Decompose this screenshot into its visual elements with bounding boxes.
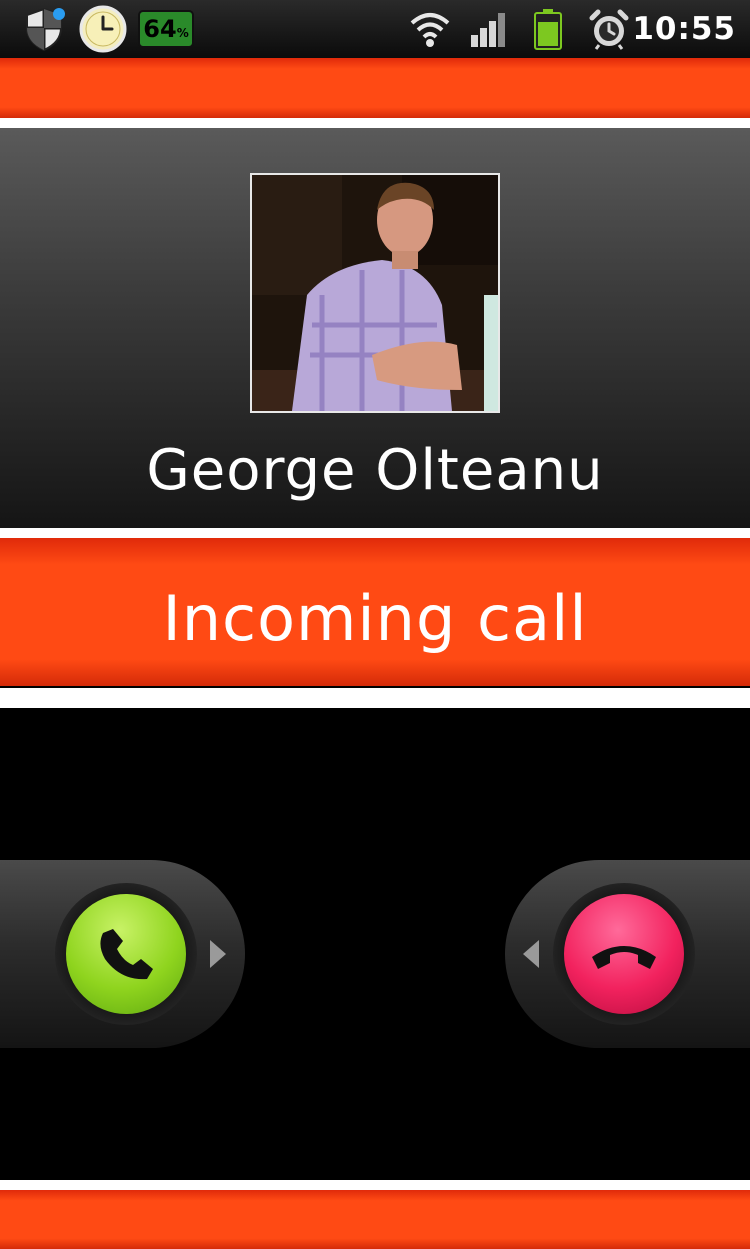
- divider: [0, 1180, 750, 1190]
- contact-photo: [250, 173, 500, 413]
- divider: [0, 118, 750, 128]
- arrow-right-icon: [210, 940, 226, 968]
- arrow-left-icon: [523, 940, 539, 968]
- answer-slider[interactable]: [0, 860, 245, 1048]
- shield-icon: [20, 6, 68, 52]
- signal-icon: [468, 6, 510, 52]
- footer-bar: [0, 1190, 750, 1249]
- status-time: 10:55: [632, 11, 736, 47]
- header-bar: [0, 58, 750, 118]
- phone-hangup-icon: [592, 946, 656, 969]
- divider: [0, 528, 750, 538]
- answer-button[interactable]: [55, 883, 197, 1025]
- decline-button[interactable]: [553, 883, 695, 1025]
- contact-panel: George Olteanu: [0, 128, 750, 528]
- wifi-icon: [408, 6, 452, 52]
- phone-answer-icon: [100, 929, 153, 980]
- alarm-icon: [586, 6, 632, 52]
- clock-icon: [78, 5, 128, 53]
- battery-icon: [530, 6, 566, 52]
- contact-name: George Olteanu: [146, 438, 604, 503]
- call-status-text: Incoming call: [162, 582, 588, 655]
- divider: [0, 688, 750, 708]
- battery-percent-icon: 64%: [138, 6, 194, 52]
- decline-slider[interactable]: [505, 860, 750, 1048]
- status-bar: 64% 10:55: [0, 0, 750, 58]
